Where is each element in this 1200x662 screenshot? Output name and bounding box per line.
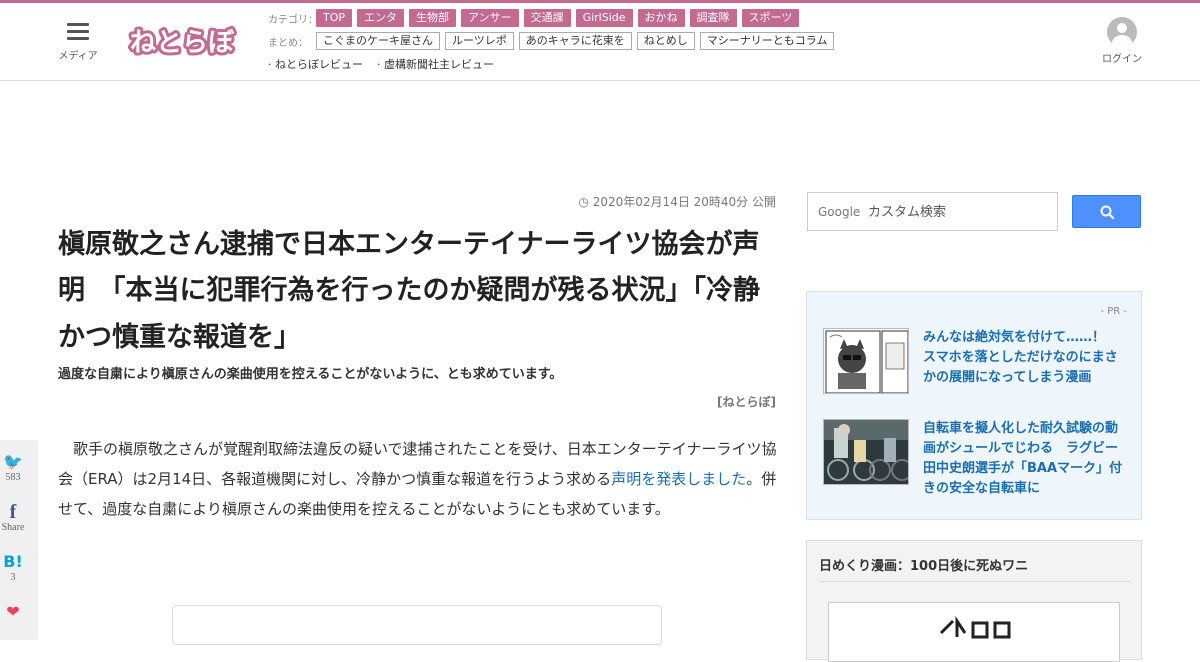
review-row: · ねとらぼレビュー · 虚構新聞社主レビュー [268,54,1088,74]
user-icon [1107,17,1137,47]
hamburger-icon [67,23,89,41]
manga-widget-title: 日めくり漫画：100日後に死ぬワニ [819,559,1029,574]
manga-widget: 日めくり漫画：100日後に死ぬワニ [806,540,1142,662]
pr-thumbnail-bicycle [823,419,909,485]
pr-box: - PR - みんなは絶対気を付けて……！ スマホを落としただけなのにまさかの展… [806,291,1142,520]
share-bar: 🐦 583 f Share B! 3 ❤ [0,440,38,640]
article-title: 槇原敬之さん逮捕で日本エンターテイナーライツ協会が声明 「本当に犯罪行為を行った… [58,229,760,353]
review-link-nlab[interactable]: · ねとらぼレビュー [268,56,363,72]
category-sports[interactable]: スポーツ [741,9,800,27]
pr-label: - PR - [1100,306,1127,317]
share-facebook-count: Share [1,522,25,533]
category-girlside[interactable]: GirlSide [575,9,633,27]
clock-icon: ◷ [578,195,589,209]
article-credit: [ねとらぼ] [717,395,776,409]
publish-date: ◷ 2020年02月14日 20時40分 公開 [560,193,776,210]
review-link-kyoko[interactable]: · 虚構新聞社主レビュー [377,56,494,72]
share-hatena-count: 3 [10,572,16,583]
category-enta[interactable]: エンタ [357,9,405,27]
summary-machinery[interactable]: マシーナリーともコラム [699,32,835,50]
facebook-icon: f [9,501,17,523]
hatena-bookmark-icon: B! [3,552,23,571]
category-row: カテゴリ： TOP エンタ 生物部 アンサー 交通課 GirlSide おかね … [268,8,1088,28]
summary-key: まとめ： [268,37,308,49]
search-box: Google [807,192,1058,231]
share-twitter[interactable]: 🐦 583 [0,440,32,490]
search-brand: Google [818,205,861,219]
publish-date-text: 2020年02月14日 20時40分 公開 [592,195,776,209]
category-seibutsubu[interactable]: 生物部 [409,9,457,27]
site-header: メディア ねとらぼ カテゴリ： TOP エンタ 生物部 アンサー 交通課 Gir… [0,3,1200,81]
embedded-tweet-card[interactable] [172,605,662,645]
category-chosatai[interactable]: 調査隊 [689,9,737,27]
category-top[interactable]: TOP [316,9,353,27]
summary-roots[interactable]: ルーツレポ [445,32,514,50]
manga-card[interactable] [828,602,1120,662]
manga-cover-art [939,616,1011,639]
manga-cat-illustration [824,329,908,393]
article-subtitle: 過度な自粛により槇原さんの楽曲使用を控えることがないように、とも求めています。 [58,367,563,382]
search-input[interactable] [868,201,1053,223]
pr-thumbnail-manga [823,328,909,394]
twitter-icon: 🐦 [3,452,23,471]
summary-netomeshi[interactable]: ねとめし [636,32,695,50]
summary-koguma[interactable]: こぐまのケーキ屋さん [316,32,440,50]
bicycle-photo [824,420,908,484]
media-menu-label: メディア [58,51,98,62]
article-body: 歌手の槇原敬之さんが覚醒剤取締法違反の疑いで逮捕されたことを受け、日本エンターテ… [58,434,778,524]
pr-item-text: 自転車を擬人化した耐久試験の動画がシュールでじわる ラグビー田中史朗選手が「BA… [923,421,1123,497]
header-navigation: カテゴリ： TOP エンタ 生物部 アンサー 交通課 GirlSide おかね … [268,8,1088,77]
login-button[interactable]: ログイン [1098,17,1146,65]
category-okane[interactable]: おかね [637,9,685,27]
nlab-logo[interactable]: ねとらぼ [128,17,240,61]
share-pocket[interactable]: ❤ [0,590,32,640]
share-hatena[interactable]: B! 3 [0,540,32,590]
summary-row: まとめ： こぐまのケーキ屋さん ルーツレポ あのキャラに花束を ねとめし マシー… [268,31,1088,51]
share-facebook[interactable]: f Share [0,490,32,540]
pr-item-text: みんなは絶対気を付けて……！ スマホを落としただけなのにまさかの展開になってしま… [923,330,1119,386]
logo-text: ねとらぼ [130,28,235,58]
category-kotsuka[interactable]: 交通課 [523,9,571,27]
search-button[interactable] [1072,195,1141,228]
summary-hanataba[interactable]: あのキャラに花束を [518,32,632,50]
share-twitter-count: 583 [5,472,21,483]
media-menu-button[interactable]: メディア [55,23,101,62]
pocket-icon: ❤ [6,602,20,621]
statement-link[interactable]: 声明を発表しました [611,470,746,488]
category-key: カテゴリ： [268,14,318,26]
search-icon [1100,205,1115,220]
category-answer[interactable]: アンサー [461,9,519,27]
manga-divider [819,581,1131,582]
login-label: ログイン [1102,54,1142,65]
